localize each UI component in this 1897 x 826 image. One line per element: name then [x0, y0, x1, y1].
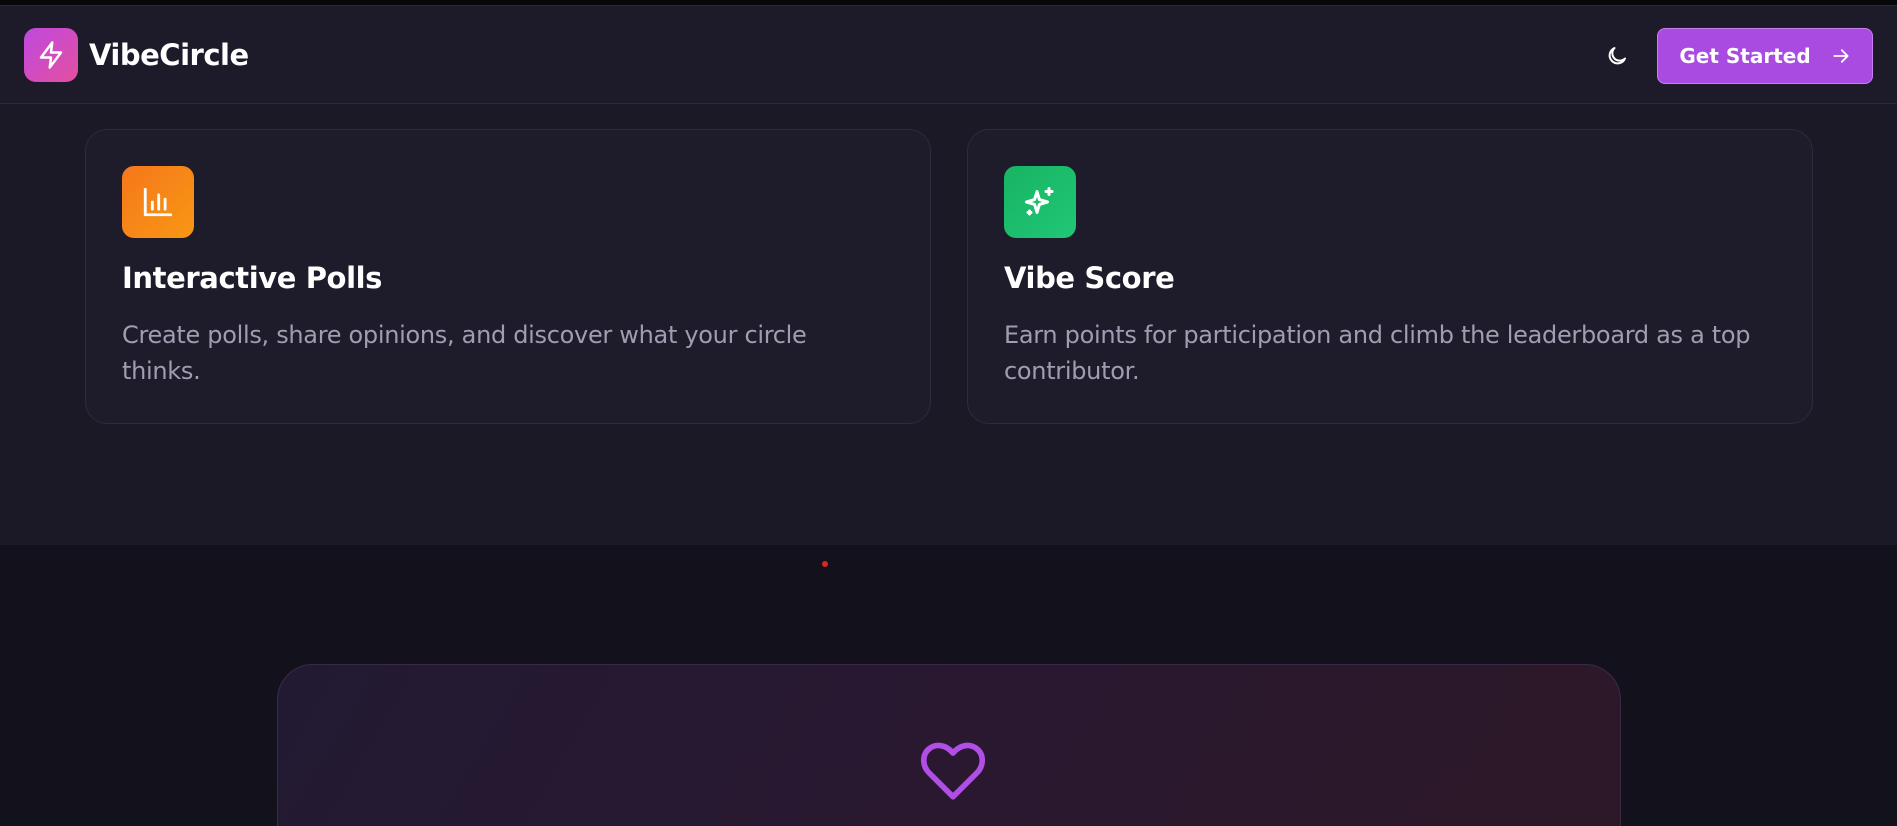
- site-header: VibeCircle Get Started: [0, 6, 1897, 104]
- page: VibeCircle Get Started Interactive Polls…: [0, 0, 1897, 826]
- bar-chart-icon: [143, 187, 173, 217]
- logo[interactable]: [24, 28, 78, 82]
- get-started-label: Get Started: [1679, 44, 1811, 68]
- moon-icon: [1608, 47, 1626, 65]
- indicator-dot: [822, 561, 828, 567]
- feature-card-interactive-polls: Interactive Polls Create polls, share op…: [85, 129, 931, 424]
- community-cta-card: [277, 664, 1621, 826]
- feature-title: Vibe Score: [1004, 261, 1175, 295]
- heart-icon: [920, 742, 986, 800]
- arrow-right-icon: [1833, 49, 1849, 63]
- sparkles-icon: [1025, 187, 1054, 216]
- feature-icon-tile: [122, 166, 194, 238]
- brand-name[interactable]: VibeCircle: [89, 37, 249, 73]
- get-started-button[interactable]: Get Started: [1657, 28, 1873, 84]
- feature-title: Interactive Polls: [122, 261, 383, 295]
- feature-description: Create polls, share opinions, and discov…: [122, 321, 807, 385]
- feature-icon-tile: [1004, 166, 1076, 238]
- lightning-bolt-icon: [39, 41, 63, 69]
- features-section: Interactive Polls Create polls, share op…: [0, 104, 1897, 545]
- feature-card-vibe-score: Vibe Score Earn points for participation…: [967, 129, 1813, 424]
- theme-toggle-button[interactable]: [1597, 36, 1637, 76]
- feature-description: Earn points for participation and climb …: [1004, 321, 1751, 385]
